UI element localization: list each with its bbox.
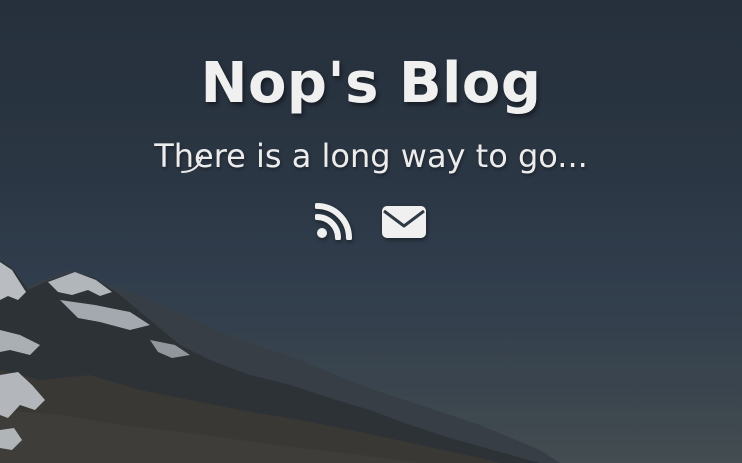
rss-link[interactable] <box>315 202 353 240</box>
email-link[interactable] <box>381 202 427 240</box>
hero-header: Nop's Blog There is a long way to go... <box>0 0 742 463</box>
social-links <box>0 202 742 240</box>
envelope-icon <box>382 206 426 238</box>
site-subtitle: There is a long way to go... <box>154 137 588 175</box>
loading-spinner-icon <box>181 155 203 173</box>
site-title[interactable]: Nop's Blog <box>0 50 742 118</box>
header-content: Nop's Blog There is a long way to go... <box>0 0 742 463</box>
rss-icon <box>315 203 352 240</box>
